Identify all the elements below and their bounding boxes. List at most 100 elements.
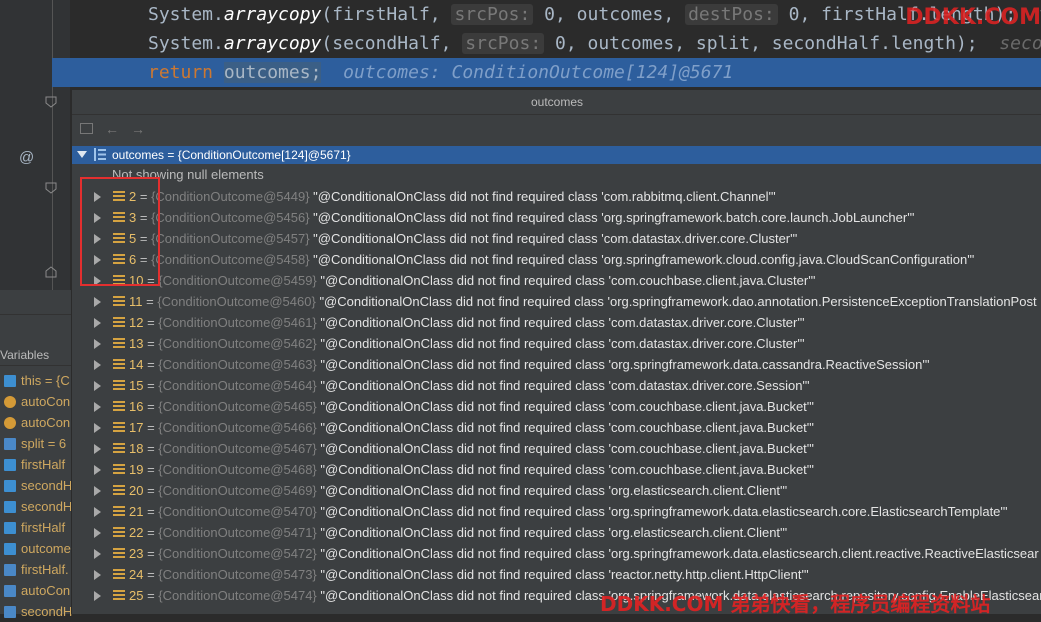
- variable-label: firstHalf: [21, 520, 66, 535]
- watermark-bottom: DDKK.COM 弟弟快看，程序员编程资料站: [600, 592, 991, 616]
- object-reference: {ConditionOutcome@5463}: [158, 357, 317, 372]
- fold-marker-icon[interactable]: [45, 96, 57, 108]
- variable-label: autoCon: [21, 415, 71, 430]
- variable-row[interactable]: secondH: [4, 475, 72, 496]
- field-icon: [4, 585, 16, 597]
- variable-row[interactable]: split = 6: [4, 433, 66, 454]
- tree-node-text: 17 = {ConditionOutcome@5466} "@Condition…: [129, 420, 814, 435]
- field-icon: [4, 606, 16, 618]
- tree-node-row[interactable]: 3 = {ConditionOutcome@5456} "@Conditiona…: [72, 207, 1041, 228]
- element-icon: [113, 380, 125, 391]
- fold-marker-icon[interactable]: [45, 182, 57, 194]
- tree-node-row[interactable]: 10 = {ConditionOutcome@5459} "@Condition…: [72, 270, 1041, 291]
- object-reference: {ConditionOutcome@5460}: [157, 294, 316, 309]
- expand-right-icon[interactable]: [94, 402, 101, 412]
- array-icon: [4, 375, 16, 387]
- variable-row[interactable]: outcome: [4, 538, 71, 559]
- param-hint: srcPos:: [451, 4, 534, 25]
- element-icon: [113, 401, 125, 412]
- expand-right-icon[interactable]: [94, 381, 101, 391]
- object-reference: {ConditionOutcome@5468}: [158, 462, 317, 477]
- tree-node-row[interactable]: 14 = {ConditionOutcome@5463} "@Condition…: [72, 354, 1041, 375]
- inline-debug-value: outcomes: ConditionOutcome[124]@5671: [343, 62, 734, 83]
- variable-row[interactable]: secondH: [4, 601, 72, 622]
- tree-root-node[interactable]: outcomes = {ConditionOutcome[124]@5671}: [72, 146, 1041, 164]
- tree-node-row[interactable]: 16 = {ConditionOutcome@5465} "@Condition…: [72, 396, 1041, 417]
- expand-right-icon[interactable]: [94, 507, 101, 517]
- expand-right-icon[interactable]: [94, 444, 101, 454]
- outcome-message: "@ConditionalOnClass did not find requir…: [320, 357, 930, 372]
- element-icon: [113, 296, 125, 307]
- expand-right-icon[interactable]: [94, 465, 101, 475]
- element-index: 12: [129, 315, 144, 330]
- expand-right-icon[interactable]: [94, 549, 101, 559]
- variable-row[interactable]: autoCon: [4, 391, 70, 412]
- tree-icon[interactable]: [80, 123, 93, 134]
- element-index: 25: [129, 588, 144, 603]
- expand-right-icon[interactable]: [94, 297, 101, 307]
- expand-right-icon[interactable]: [94, 570, 101, 580]
- element-icon: [113, 485, 125, 496]
- variable-row[interactable]: firstHalf: [4, 454, 65, 475]
- element-icon: [113, 506, 125, 517]
- tree-node-row[interactable]: 17 = {ConditionOutcome@5466} "@Condition…: [72, 417, 1041, 438]
- element-icon: [113, 464, 125, 475]
- evaluate-popup[interactable]: outcomes ← → outcomes = {ConditionOutcom…: [71, 90, 1041, 614]
- variable-label: secondH: [21, 499, 73, 514]
- variable-row[interactable]: autoCon: [4, 412, 70, 433]
- forward-arrow-icon[interactable]: →: [131, 121, 145, 137]
- tree-node-text: 6 = {ConditionOutcome@5458} "@Conditiona…: [129, 252, 975, 267]
- object-reference: {ConditionOutcome@5449}: [151, 189, 310, 204]
- element-icon: [113, 359, 125, 370]
- tree-node-row[interactable]: 18 = {ConditionOutcome@5467} "@Condition…: [72, 438, 1041, 459]
- gutter-separator: [52, 0, 53, 290]
- back-arrow-icon[interactable]: ←: [105, 121, 119, 137]
- element-index: 22: [129, 525, 144, 540]
- outcomes-variable[interactable]: outcomes;: [223, 62, 322, 83]
- array-icon: [4, 459, 16, 471]
- tree-node-row[interactable]: 24 = {ConditionOutcome@5473} "@Condition…: [72, 564, 1041, 585]
- element-index: 20: [129, 483, 144, 498]
- expand-right-icon[interactable]: [94, 318, 101, 328]
- expand-right-icon[interactable]: [94, 339, 101, 349]
- expand-right-icon[interactable]: [94, 591, 101, 601]
- tree-node-text: 21 = {ConditionOutcome@5470} "@Condition…: [129, 504, 1008, 519]
- tree-node-row[interactable]: 19 = {ConditionOutcome@5468} "@Condition…: [72, 459, 1041, 480]
- variable-row[interactable]: firstHalf: [4, 517, 65, 538]
- code-line-3: return outcomes; outcomes: ConditionOutc…: [148, 62, 734, 83]
- element-index: 17: [129, 420, 144, 435]
- tree-node-text: 12 = {ConditionOutcome@5461} "@Condition…: [129, 315, 805, 330]
- expand-down-icon[interactable]: [77, 151, 87, 158]
- tree-node-row[interactable]: 15 = {ConditionOutcome@5464} "@Condition…: [72, 375, 1041, 396]
- variable-row[interactable]: this = {C: [4, 370, 70, 391]
- expand-right-icon[interactable]: [94, 528, 101, 538]
- tree-node-row[interactable]: 13 = {ConditionOutcome@5462} "@Condition…: [72, 333, 1041, 354]
- object-reference: {ConditionOutcome@5474}: [158, 588, 317, 603]
- array-icon: [4, 501, 16, 513]
- tree-node-row[interactable]: 11 = {ConditionOutcome@5460} "@Condition…: [72, 291, 1041, 312]
- tree-node-row[interactable]: 6 = {ConditionOutcome@5458} "@Conditiona…: [72, 249, 1041, 270]
- field-icon: [4, 438, 16, 450]
- expand-right-icon[interactable]: [94, 423, 101, 433]
- tree-node-row[interactable]: 20 = {ConditionOutcome@5469} "@Condition…: [72, 480, 1041, 501]
- param-hint: srcPos:: [462, 33, 545, 54]
- tree-node-row[interactable]: 21 = {ConditionOutcome@5470} "@Condition…: [72, 501, 1041, 522]
- variable-row[interactable]: secondH: [4, 496, 72, 517]
- variable-row[interactable]: autoCon: [4, 580, 70, 601]
- expand-right-icon[interactable]: [94, 360, 101, 370]
- object-reference: {ConditionOutcome@5457}: [151, 231, 310, 246]
- variable-row[interactable]: firstHalf.: [4, 559, 69, 580]
- tree-node-row[interactable]: 5 = {ConditionOutcome@5457} "@Conditiona…: [72, 228, 1041, 249]
- tree-node-row[interactable]: 2 = {ConditionOutcome@5449} "@Conditiona…: [72, 186, 1041, 207]
- outcome-message: "@ConditionalOnClass did not find requir…: [320, 420, 814, 435]
- tree-node-row[interactable]: 22 = {ConditionOutcome@5471} "@Condition…: [72, 522, 1041, 543]
- fold-marker-icon[interactable]: [45, 266, 57, 278]
- expand-right-icon[interactable]: [94, 486, 101, 496]
- tab-variables[interactable]: Variables: [0, 345, 72, 366]
- tree-node-row[interactable]: 23 = {ConditionOutcome@5472} "@Condition…: [72, 543, 1041, 564]
- outcome-message: "@ConditionalOnClass did not find requir…: [320, 273, 816, 288]
- array-icon: [4, 480, 16, 492]
- variable-label: this = {C: [21, 373, 70, 388]
- tree-node-row[interactable]: 12 = {ConditionOutcome@5461} "@Condition…: [72, 312, 1041, 333]
- object-reference: {ConditionOutcome@5470}: [158, 504, 317, 519]
